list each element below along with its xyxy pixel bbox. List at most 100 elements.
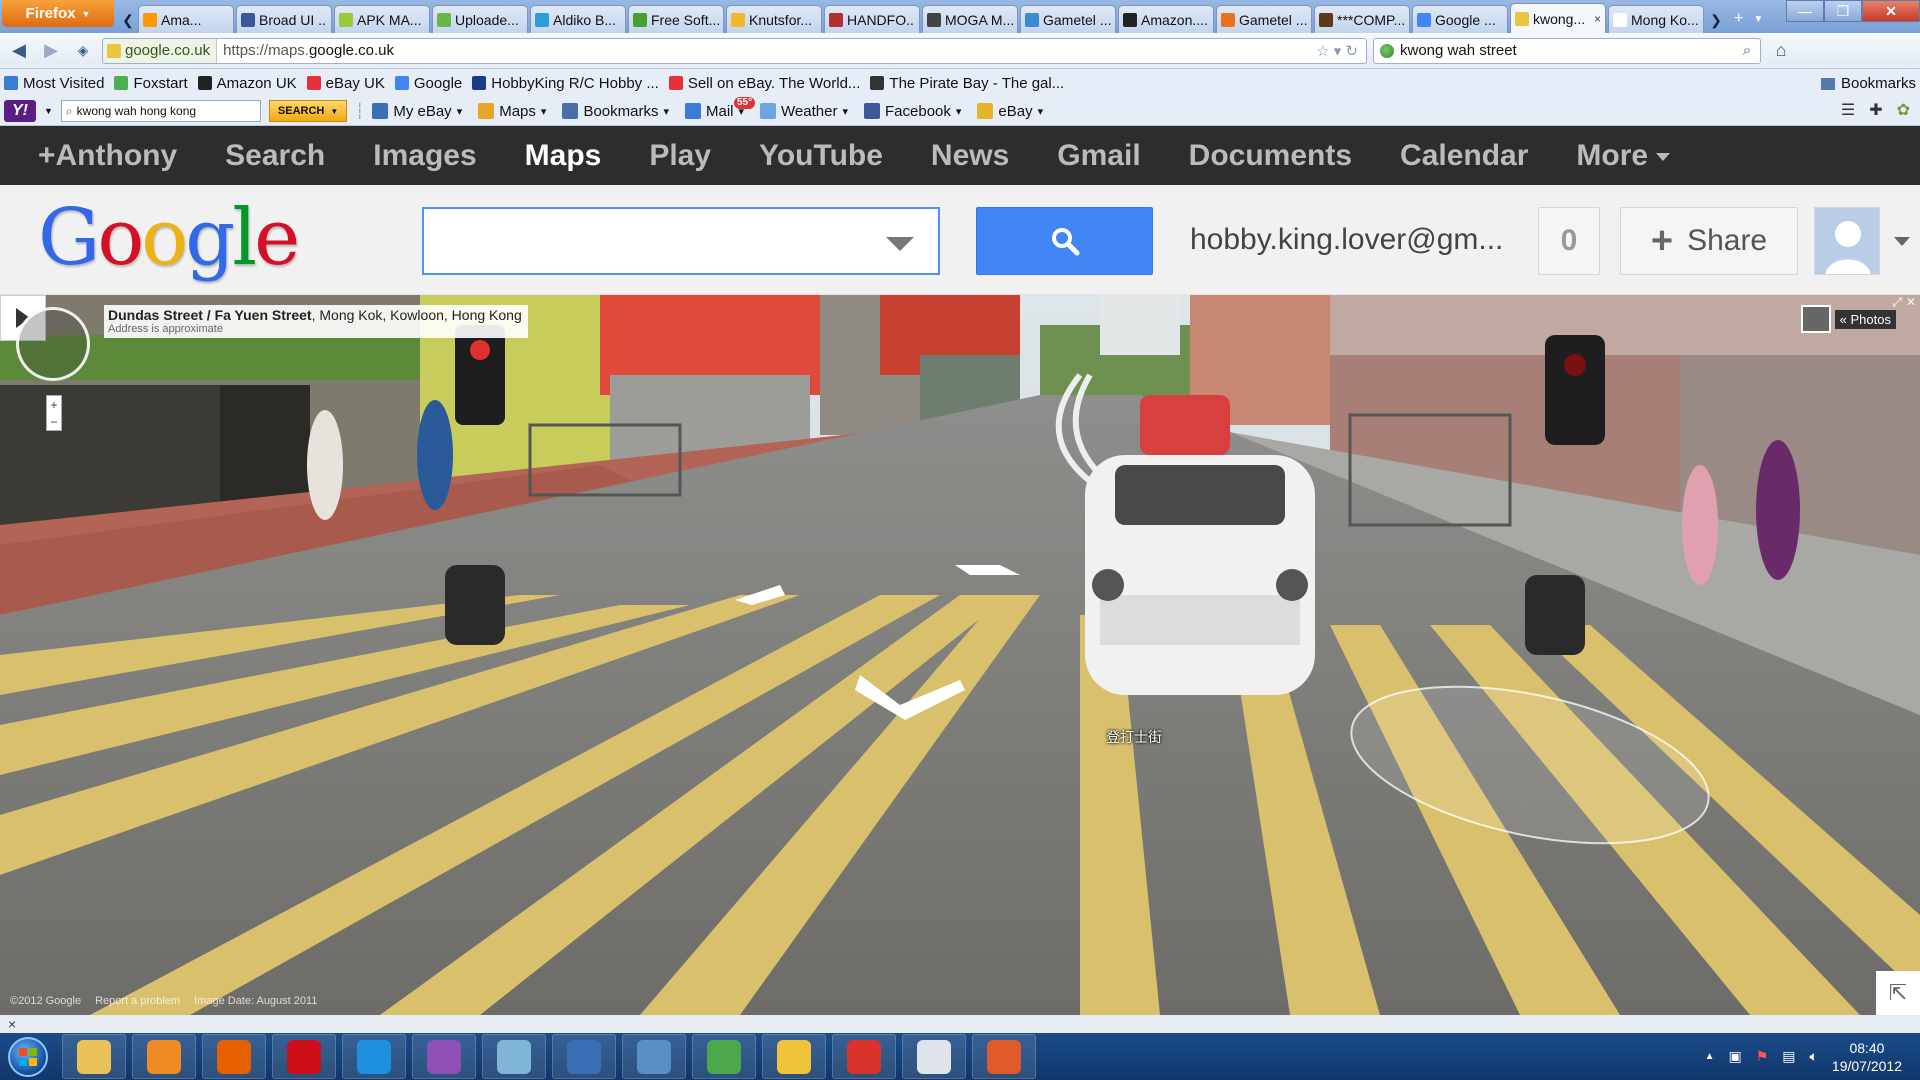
google-nav-more[interactable]: More bbox=[1576, 139, 1670, 173]
tab[interactable]: Amazon.... bbox=[1118, 5, 1214, 33]
tab[interactable]: MOGA M... bbox=[922, 5, 1018, 33]
yahoo-toolbar-item[interactable]: Facebook ▾ bbox=[864, 103, 961, 120]
yahoo-toolbar-item[interactable]: Maps ▾ bbox=[478, 103, 546, 120]
yahoo-search-button[interactable]: SEARCH ▼ bbox=[268, 100, 348, 122]
tab[interactable]: Gametel ... bbox=[1216, 5, 1312, 33]
taskbar-app-button[interactable] bbox=[132, 1034, 196, 1079]
tab-active[interactable]: kwong... × bbox=[1510, 3, 1606, 33]
home-icon[interactable]: ⌂ bbox=[1767, 38, 1795, 64]
firefox-menu-button[interactable]: Firefox ▼ bbox=[2, 0, 114, 27]
taskbar-app-button[interactable] bbox=[482, 1034, 546, 1079]
google-nav-play[interactable]: Play bbox=[649, 139, 711, 173]
extension-icon[interactable]: ✿ bbox=[1897, 100, 1910, 120]
close-icon[interactable]: × bbox=[8, 1016, 16, 1032]
bookmark-star-icon[interactable]: ☆ ▾ ↻ bbox=[1306, 42, 1366, 60]
taskbar-app-button[interactable] bbox=[272, 1034, 336, 1079]
tab-list-icon[interactable]: ▼ bbox=[1753, 14, 1763, 25]
minimize-icon[interactable]: — bbox=[1786, 0, 1824, 22]
new-tab-icon[interactable]: + bbox=[1734, 10, 1743, 28]
clock[interactable]: 08:40 19/07/2012 bbox=[1832, 1039, 1902, 1075]
fullscreen-icon[interactable]: ⤢ bbox=[1892, 295, 1902, 310]
photos-label[interactable]: « Photos bbox=[1834, 309, 1896, 329]
site-identity[interactable]: google.co.uk bbox=[103, 38, 218, 63]
yahoo-toolbar-item[interactable]: My eBay ▾ bbox=[372, 103, 462, 120]
tab[interactable]: Knutsfor... bbox=[726, 5, 822, 33]
bookmarks-menu[interactable]: Bookmarks bbox=[1820, 75, 1916, 92]
report-problem-link[interactable]: Report a problem bbox=[95, 995, 180, 1007]
taskbar-app-button[interactable] bbox=[342, 1034, 406, 1079]
maximize-icon[interactable]: ❐ bbox=[1824, 0, 1862, 22]
yahoo-logo[interactable]: Y! bbox=[4, 100, 36, 122]
google-logo[interactable]: Google bbox=[38, 193, 300, 283]
yahoo-search-input[interactable]: ⌕ kwong wah hong kong bbox=[60, 100, 261, 122]
taskbar-app-button[interactable] bbox=[832, 1034, 896, 1079]
tab[interactable]: Uploade... bbox=[432, 5, 528, 33]
tab[interactable]: Broad UI ... bbox=[236, 5, 332, 33]
tab[interactable]: Google ... bbox=[1412, 5, 1508, 33]
google-nav-gmail[interactable]: Gmail bbox=[1057, 139, 1140, 173]
tab-scroll-right-icon[interactable]: ❯ bbox=[1706, 7, 1726, 33]
tab[interactable]: Gametel ... bbox=[1020, 5, 1116, 33]
user-email[interactable]: hobby.king.lover@gm... bbox=[1190, 223, 1503, 257]
chevron-down-icon[interactable] bbox=[1894, 237, 1910, 246]
taskbar-app-button[interactable] bbox=[62, 1034, 126, 1079]
tab[interactable]: HANDFO... bbox=[824, 5, 920, 33]
toolbar-menu-icon[interactable]: ☰ bbox=[1841, 100, 1855, 120]
bookmark-item[interactable]: Google bbox=[394, 75, 462, 92]
tab[interactable]: APK MA... bbox=[334, 5, 430, 33]
yahoo-toolbar-item[interactable]: eBay ▾ bbox=[977, 103, 1043, 120]
google-nav-anthony[interactable]: +Anthony bbox=[38, 139, 177, 173]
taskbar-app-button[interactable] bbox=[762, 1034, 826, 1079]
taskbar-app-button[interactable] bbox=[412, 1034, 476, 1079]
taskbar-app-button[interactable] bbox=[902, 1034, 966, 1079]
action-center-icon[interactable]: ⚑ bbox=[1756, 1048, 1769, 1065]
google-nav-maps[interactable]: Maps bbox=[525, 139, 602, 173]
network-adapter-icon[interactable]: ▣ bbox=[1728, 1048, 1741, 1065]
bookmark-item[interactable]: eBay UK bbox=[306, 75, 385, 92]
photo-thumbnail[interactable] bbox=[1800, 305, 1831, 333]
avatar[interactable] bbox=[1814, 207, 1880, 275]
notification-count[interactable]: 0 bbox=[1538, 207, 1600, 275]
close-icon[interactable]: ✕ bbox=[1906, 295, 1916, 310]
search-icon[interactable]: ⌕ bbox=[1734, 42, 1760, 59]
taskbar-app-button[interactable] bbox=[202, 1034, 266, 1079]
yahoo-toolbar-item[interactable]: Bookmarks ▾ bbox=[562, 103, 669, 120]
bookmark-item[interactable]: Amazon UK bbox=[197, 75, 297, 92]
taskbar-app-button[interactable] bbox=[552, 1034, 616, 1079]
pan-control-icon[interactable] bbox=[16, 307, 90, 381]
tab[interactable]: Aldiko B... bbox=[530, 5, 626, 33]
maps-search-input[interactable] bbox=[422, 207, 940, 275]
google-nav-calendar[interactable]: Calendar bbox=[1400, 139, 1528, 173]
chevron-down-icon[interactable] bbox=[886, 237, 914, 251]
taskbar-app-button[interactable] bbox=[622, 1034, 686, 1079]
search-engine-icon[interactable] bbox=[1380, 43, 1394, 58]
google-nav-search[interactable]: Search bbox=[225, 139, 325, 173]
google-nav-documents[interactable]: Documents bbox=[1189, 139, 1352, 173]
taskbar-app-button[interactable] bbox=[972, 1034, 1036, 1079]
google-nav-youtube[interactable]: YouTube bbox=[759, 139, 883, 173]
photos-control[interactable]: « Photos bbox=[1800, 305, 1896, 333]
identity-icon[interactable]: ◈ bbox=[70, 38, 96, 64]
tab[interactable]: Free Soft... bbox=[628, 5, 724, 33]
browser-search-box[interactable]: kwong wah street ⌕ bbox=[1373, 37, 1761, 64]
zoom-out-icon[interactable]: − bbox=[50, 415, 57, 429]
add-icon[interactable]: ✚ bbox=[1869, 100, 1882, 120]
bookmark-item[interactable]: Foxstart bbox=[114, 75, 188, 92]
tab[interactable]: ***COMP... bbox=[1314, 5, 1410, 33]
maps-search-button[interactable] bbox=[976, 207, 1153, 275]
share-button[interactable]: + Share bbox=[1620, 207, 1798, 275]
tab[interactable]: Ama... bbox=[138, 5, 234, 33]
close-icon[interactable]: × bbox=[1594, 12, 1601, 26]
tab-scroll-left-icon[interactable]: ❮ bbox=[118, 7, 138, 33]
window-close-icon[interactable]: ✕ bbox=[1862, 0, 1920, 22]
google-nav-images[interactable]: Images bbox=[373, 139, 476, 173]
url-bar[interactable]: google.co.uk https://maps.google.co.uk ☆… bbox=[102, 37, 1367, 64]
url-text[interactable]: https://maps.google.co.uk bbox=[217, 42, 1306, 59]
expand-icon[interactable]: ⇱ bbox=[1876, 971, 1920, 1015]
volume-icon[interactable]: 🔈︎ bbox=[1810, 1048, 1818, 1065]
bookmark-item[interactable]: Sell on eBay. The World... bbox=[668, 75, 860, 92]
street-view-panorama[interactable]: + − Dundas Street / Fa Yuen Street, Mong… bbox=[0, 295, 1920, 1015]
network-icon[interactable]: ▤ bbox=[1782, 1048, 1795, 1065]
taskbar-app-button[interactable] bbox=[692, 1034, 756, 1079]
bookmark-item[interactable]: Most Visited bbox=[4, 75, 104, 92]
